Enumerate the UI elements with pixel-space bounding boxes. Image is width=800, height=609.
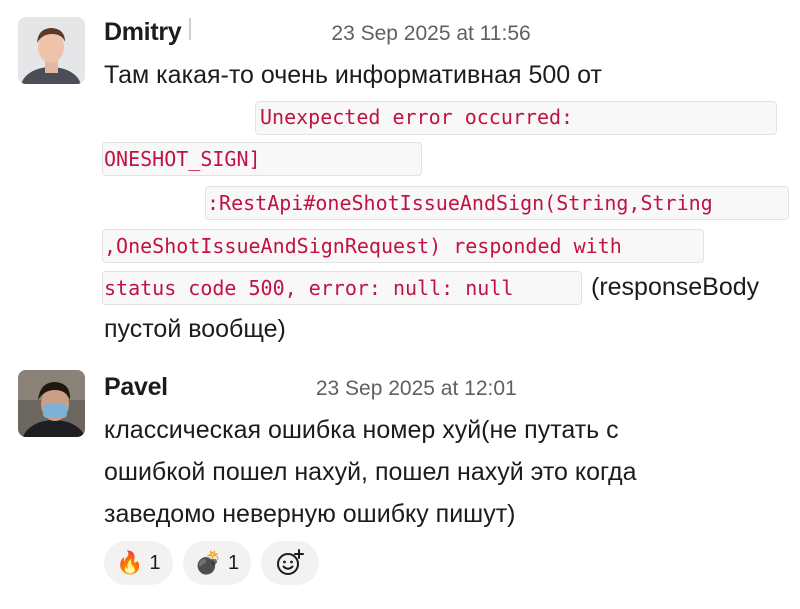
message-text-line: Там какая-то очень информативная 500 от xyxy=(104,61,602,89)
inline-code-line: status code 500, error: null: null xyxy=(104,276,514,300)
add-emoji-icon xyxy=(277,549,305,575)
avatar-pavel[interactable] xyxy=(18,370,85,437)
author-name[interactable]: Dmitry xyxy=(104,18,182,47)
inline-code-line: :RestApi#oneShotIssueAndSign(String,Stri… xyxy=(207,191,713,215)
message-timestamp[interactable]: 23 Sep 2025 at 12:01 xyxy=(316,377,517,401)
add-reaction-button[interactable] xyxy=(261,541,320,585)
reaction-bomb[interactable]: 💣 1 xyxy=(182,541,252,585)
reaction-count: 1 xyxy=(227,551,240,574)
message-timestamp[interactable]: 23 Sep 2025 at 11:56 xyxy=(331,22,530,46)
bomb-icon: 💣 xyxy=(194,550,222,575)
inline-code-line: ,OneShotIssueAndSignRequest) responded w… xyxy=(104,234,622,258)
fire-icon: 🔥 xyxy=(116,550,144,575)
message-text-tail: (responseBody xyxy=(591,273,760,301)
inline-code-line: Unexpected error occurred: xyxy=(260,105,574,129)
reaction-count: 1 xyxy=(149,551,161,574)
message-text-line: пустой вообще) xyxy=(104,315,286,343)
name-cursor-divider xyxy=(189,18,192,40)
author-name[interactable]: Pavel xyxy=(104,373,168,402)
inline-code-line: ONESHOT_SIGN] xyxy=(104,147,261,171)
avatar-dmitry-image xyxy=(18,17,85,84)
avatar-pavel-image xyxy=(18,370,85,437)
avatar-dmitry[interactable] xyxy=(18,17,85,84)
message-text-line: классическая ошибка номер хуй(не путать … xyxy=(104,416,619,444)
message-text-line: заведомо неверную ошибку пишут) xyxy=(104,500,516,528)
reactions-bar: 🔥 1 💣 1 xyxy=(104,541,320,585)
reaction-fire[interactable]: 🔥 1 xyxy=(104,541,173,585)
message-text-line: ошибкой пошел нахуй, пошел нахуй это ког… xyxy=(104,458,637,486)
message-dmitry: Dmitry 23 Sep 2025 at 11:56 Там какая-то… xyxy=(0,0,800,345)
